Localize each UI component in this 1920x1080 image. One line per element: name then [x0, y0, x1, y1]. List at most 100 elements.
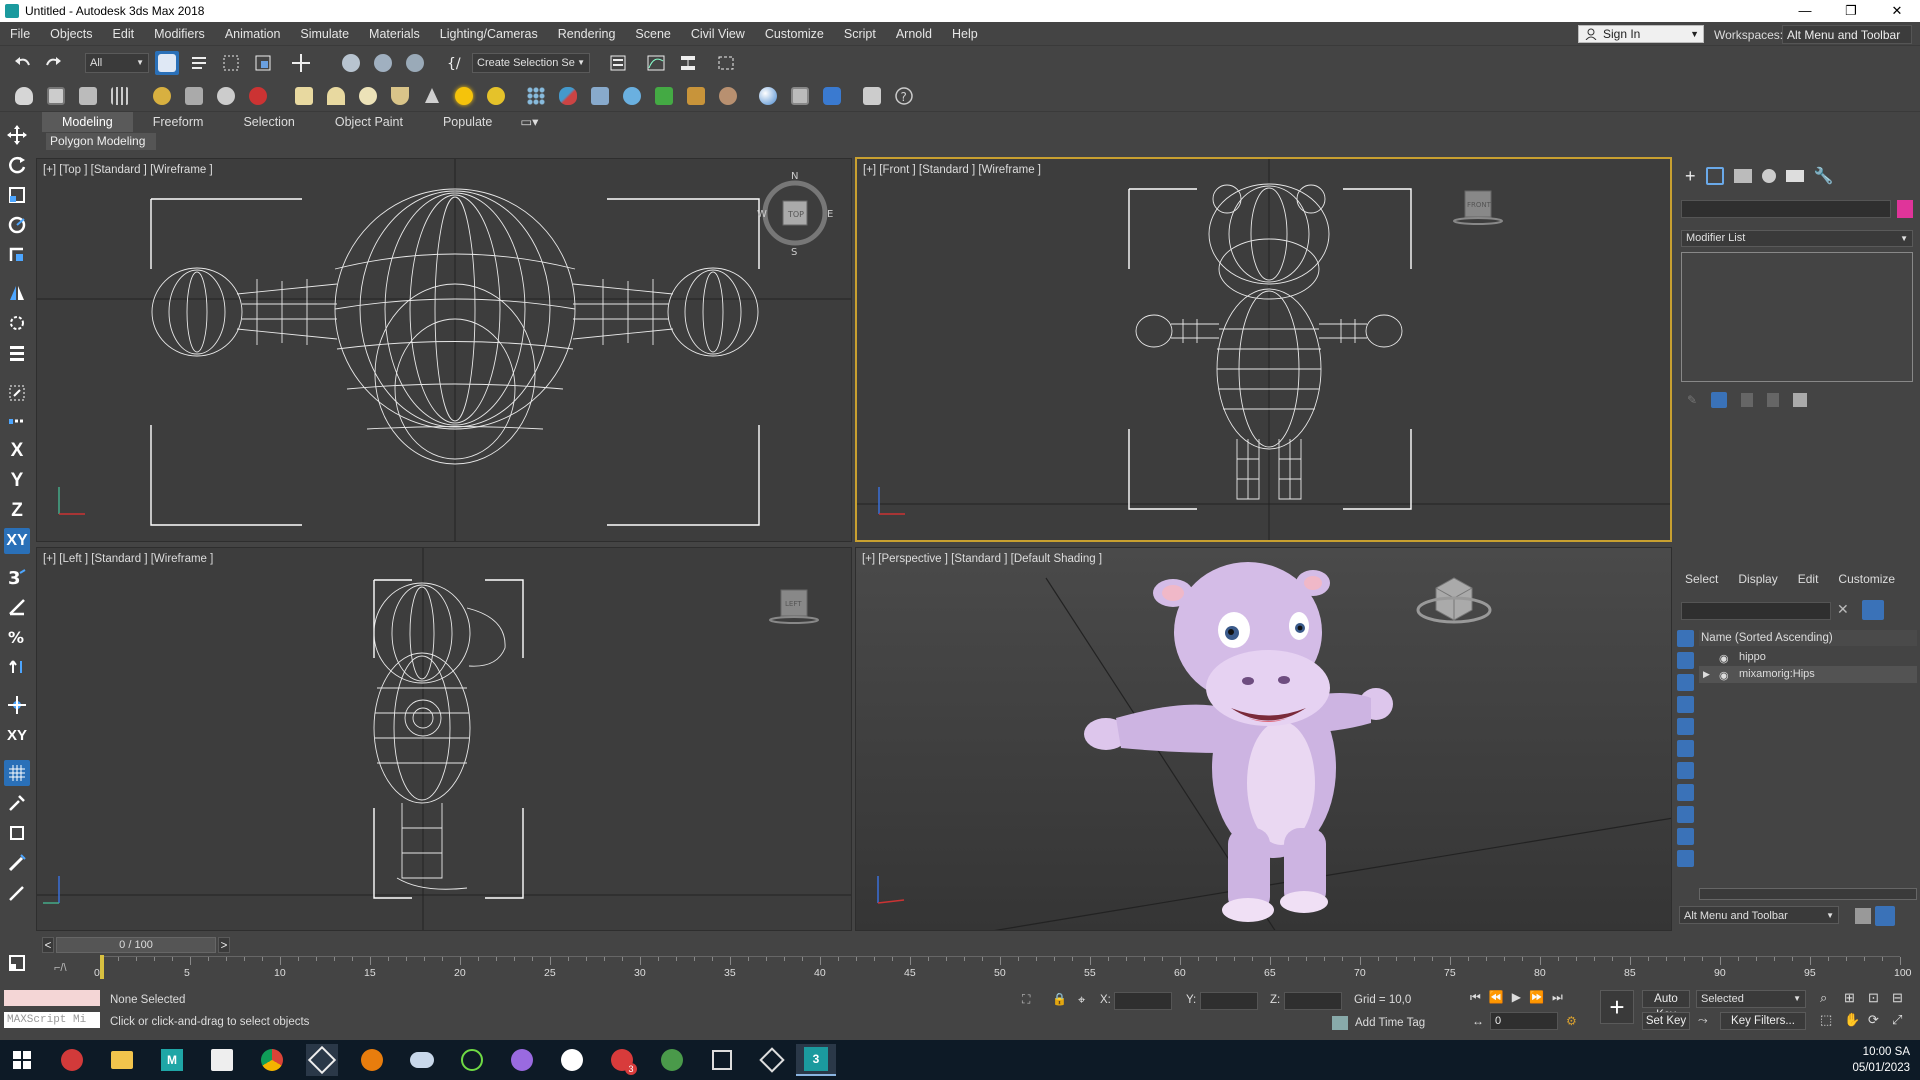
- cloud-icon[interactable]: [406, 1044, 438, 1076]
- viewport-left[interactable]: [+] [Left ] [Standard ] [Wireframe ] LEF…: [36, 547, 852, 931]
- utilities-tab-icon[interactable]: 🔧: [1814, 166, 1834, 186]
- clear-search-icon[interactable]: ✕: [1837, 601, 1849, 618]
- set-key-big-button[interactable]: +: [1600, 990, 1634, 1024]
- grid-snap-icon[interactable]: [4, 760, 30, 786]
- ribbon-options-icon[interactable]: ▭▾: [512, 112, 546, 132]
- menu-scene[interactable]: Scene: [625, 22, 680, 46]
- timeline-prev-button[interactable]: <: [42, 937, 54, 953]
- menu-materials[interactable]: Materials: [359, 22, 430, 46]
- create-tab-icon[interactable]: +: [1685, 166, 1696, 187]
- windows-start-icon[interactable]: [6, 1044, 38, 1076]
- explorer-tab-edit[interactable]: Edit: [1788, 572, 1829, 590]
- help-icon[interactable]: ?: [892, 84, 916, 108]
- undo-icon[interactable]: [10, 51, 34, 75]
- snowflake-icon[interactable]: [620, 84, 644, 108]
- angle-snap-icon[interactable]: [4, 594, 30, 620]
- menu-simulate[interactable]: Simulate: [290, 22, 359, 46]
- time-config-icon[interactable]: ⚙: [1566, 1014, 1577, 1028]
- set-key-button[interactable]: Set Key: [1642, 1012, 1690, 1030]
- helpers-icon[interactable]: [182, 84, 206, 108]
- lights-icon[interactable]: [150, 84, 174, 108]
- explorer-h-scrollbar[interactable]: [1699, 888, 1917, 900]
- spinner-snap-icon[interactable]: [4, 654, 30, 680]
- scale-icon[interactable]: [4, 182, 30, 208]
- axis-y-button[interactable]: Y: [4, 468, 30, 494]
- sort-toggle-icon[interactable]: [1875, 906, 1895, 926]
- github-icon[interactable]: [506, 1044, 538, 1076]
- auto-key-button[interactable]: Auto Key: [1642, 990, 1690, 1021]
- zoom-all-icon[interactable]: ⊞: [1844, 990, 1868, 1006]
- move-gizmo-icon[interactable]: [4, 122, 30, 148]
- previous-frame-icon[interactable]: ⏪: [1489, 990, 1504, 1005]
- key-tangent-icon[interactable]: ⤳: [1698, 1013, 1708, 1028]
- key-mode-dropdown[interactable]: Selected ▼: [1696, 990, 1806, 1008]
- hair-icon[interactable]: [684, 84, 708, 108]
- selection-filter-dropdown[interactable]: All ▼: [85, 53, 149, 73]
- 3dsmax-icon[interactable]: 3: [796, 1044, 836, 1076]
- menu-script[interactable]: Script: [834, 22, 886, 46]
- align-icon[interactable]: [4, 310, 30, 336]
- tab-freeform[interactable]: Freeform: [133, 112, 224, 132]
- sign-in-dropdown[interactable]: Sign In ▼: [1578, 25, 1704, 43]
- maya-icon[interactable]: M: [156, 1044, 188, 1076]
- modifier-stack[interactable]: [1681, 252, 1913, 382]
- workspace-dropdown[interactable]: Alt Menu and Toolbar: [1782, 25, 1912, 44]
- filter-icon[interactable]: [1862, 600, 1884, 620]
- remove-modifier-icon[interactable]: [1767, 393, 1780, 407]
- restore-button[interactable]: ❐: [1828, 0, 1874, 22]
- upwork-icon[interactable]: [456, 1044, 488, 1076]
- photoshop-icon[interactable]: [206, 1044, 238, 1076]
- mini-listener-icon[interactable]: [4, 950, 30, 976]
- motion-tab-icon[interactable]: [1761, 169, 1776, 183]
- window-crossing-icon[interactable]: [251, 51, 275, 75]
- snap-toggle-icon[interactable]: [4, 408, 30, 434]
- maxscript-listener-pink[interactable]: [4, 990, 100, 1006]
- maximize-viewport-icon[interactable]: ⤢: [1892, 1012, 1916, 1028]
- cameras-icon[interactable]: [214, 84, 238, 108]
- spacing-icon[interactable]: [4, 340, 30, 366]
- field-of-view-icon[interactable]: ⬚: [1820, 1012, 1844, 1028]
- snap-grid-icon[interactable]: [4, 380, 30, 406]
- hemisphere-icon[interactable]: [324, 84, 348, 108]
- blender-icon[interactable]: [356, 1044, 388, 1076]
- menu-arnold[interactable]: Arnold: [886, 22, 942, 46]
- snap-3d-icon[interactable]: 3: [4, 564, 30, 590]
- move-icon[interactable]: [289, 51, 313, 75]
- render-setup-2-icon[interactable]: [788, 84, 812, 108]
- tab-selection[interactable]: Selection: [223, 112, 314, 132]
- viewcube-front[interactable]: FRONT: [1453, 190, 1503, 225]
- go-to-start-icon[interactable]: ⏮: [1470, 990, 1481, 1005]
- explorer-tab-display[interactable]: Display: [1728, 572, 1787, 590]
- paint-icon[interactable]: [4, 850, 30, 876]
- play-icon[interactable]: ▶: [1512, 990, 1521, 1005]
- viewport-top[interactable]: [+] [Top ] [Standard ] [Wireframe ] TOP …: [36, 158, 852, 542]
- mirror-icon[interactable]: [4, 280, 30, 306]
- explorer-tab-select[interactable]: Select: [1675, 572, 1728, 590]
- layer-explorer-icon[interactable]: [606, 51, 630, 75]
- display-helpers-icon[interactable]: [1677, 718, 1694, 735]
- time-slider[interactable]: 0 / 100: [56, 937, 216, 953]
- viewport-perspective[interactable]: [+] [Perspective ] [Standard ] [Default …: [855, 547, 1672, 931]
- redo-icon[interactable]: [42, 51, 66, 75]
- discord-icon[interactable]: 3: [606, 1044, 638, 1076]
- display-shapes-icon[interactable]: [1677, 652, 1694, 669]
- object-name-field[interactable]: [1681, 200, 1891, 218]
- figure-icon[interactable]: [588, 84, 612, 108]
- menu-animation[interactable]: Animation: [215, 22, 291, 46]
- menu-rendering[interactable]: Rendering: [548, 22, 626, 46]
- time-tag-icon[interactable]: [1332, 1016, 1348, 1030]
- menu-lighting-cameras[interactable]: Lighting/Cameras: [430, 22, 548, 46]
- zoom-icon[interactable]: ⌕: [1820, 990, 1844, 1006]
- configure-sets-icon[interactable]: [1793, 393, 1808, 407]
- explorer-search-field[interactable]: [1681, 602, 1831, 620]
- viewport-front[interactable]: [+] [Front ] [Standard ] [Wireframe ] FR…: [855, 157, 1672, 542]
- bind-space-warp-icon[interactable]: [403, 51, 427, 75]
- menu-file[interactable]: File: [0, 22, 40, 46]
- explorer-tab-customize[interactable]: Customize: [1828, 572, 1905, 590]
- unreal-icon[interactable]: [656, 1044, 688, 1076]
- scene-item-hips[interactable]: ▶ ◉ mixamorig:Hips: [1699, 666, 1917, 683]
- cone-icon[interactable]: [420, 84, 444, 108]
- autodesk-icon[interactable]: [56, 1044, 88, 1076]
- viewcube-left[interactable]: LEFT: [769, 589, 819, 624]
- display-containers-icon[interactable]: [1677, 828, 1694, 845]
